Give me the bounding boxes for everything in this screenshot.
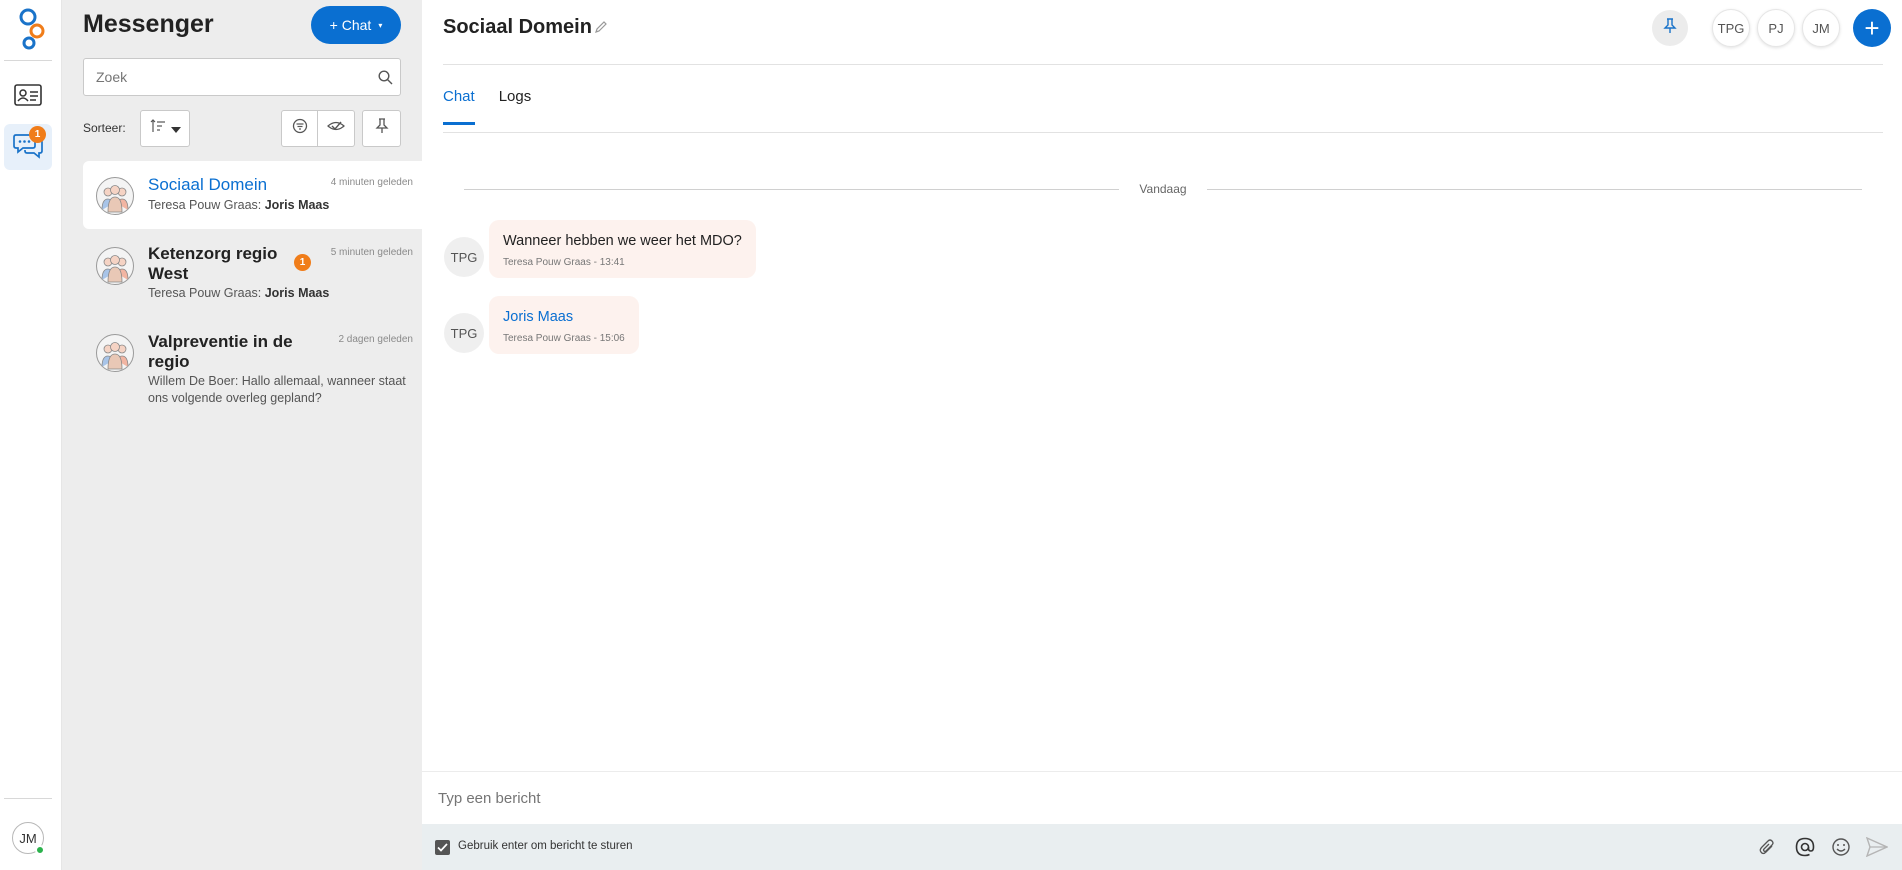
message-avatar[interactable]: TPG [444,237,484,277]
participant-avatar[interactable]: PJ [1757,9,1795,47]
pin-chat-button[interactable] [1652,10,1688,46]
rail-divider [4,798,52,799]
add-participant-button[interactable]: + [1853,9,1891,47]
emoji-icon[interactable] [1829,835,1853,859]
filter-unread-button[interactable] [281,110,318,147]
logo-icon[interactable] [12,6,52,52]
sort-label: Sorteer: [83,121,126,135]
preview-sender: Teresa Pouw Graas: [148,286,265,300]
tab-logs[interactable]: Logs [499,88,532,125]
sort-order-icon [150,119,166,138]
conversation-item[interactable]: Valpreventie in de regio 2 dagen geleden… [83,318,422,410]
chat-main: Sociaal Domein TPG PJ JM + Chat Logs Van… [422,0,1902,870]
app-rail: 1 JM [0,0,62,870]
enter-to-send-label: Gebruik enter om bericht te sturen [458,840,633,852]
pin-icon [374,118,389,139]
paperclip-icon[interactable] [1755,835,1779,859]
conversation-preview: Teresa Pouw Graas: Joris Maas [148,197,329,214]
filter-pinned-button[interactable] [362,110,401,147]
divider [443,64,1883,65]
mention-icon[interactable] [1793,835,1817,859]
conversation-time: 5 minuten geleden [330,247,413,258]
new-chat-label: + Chat [329,17,372,33]
filter-group [281,110,355,147]
pencil-icon[interactable] [594,20,608,39]
search-input[interactable] [84,59,370,95]
group-avatar-icon [96,247,134,285]
contact-card-icon [14,83,42,111]
conversation-name: Valpreventie in de regio [148,332,293,371]
enter-to-send-checkbox[interactable] [435,840,450,855]
rail-item-messenger[interactable]: 1 [4,124,52,170]
unread-badge: 1 [29,126,46,143]
chat-title: Sociaal Domein [443,16,592,38]
message-bubble[interactable]: Joris Maas Teresa Pouw Graas - 15:06 [489,296,639,354]
message-composer [422,771,1902,824]
user-avatar[interactable]: JM [12,822,45,855]
message-input[interactable] [422,772,1902,824]
rail-divider [4,60,52,61]
divider-line [464,188,1120,190]
conversation-preview: Teresa Pouw Graas: Joris Maas [148,285,329,302]
chat-tabs: Chat Logs [443,88,531,125]
preview-sender: Teresa Pouw Graas: [148,198,265,212]
user-initials: JM [19,830,37,846]
conversation-item[interactable]: Sociaal Domein 4 minuten geleden Teresa … [83,161,422,229]
rail-item-contacts[interactable] [4,74,52,120]
new-chat-button[interactable]: + Chat ▾ [311,6,401,44]
send-icon[interactable] [1865,835,1889,859]
preview-text: Joris Maas [264,198,330,212]
message-avatar[interactable]: TPG [444,313,484,353]
online-status-icon [35,845,45,855]
message-mention[interactable]: Joris Maas [503,308,625,326]
message-bubble[interactable]: Wanneer hebben we weer het MDO? Teresa P… [489,220,756,278]
conversation-time: 2 dagen geleden [338,334,413,345]
divider-line [1206,188,1862,190]
preview-text: Joris Maas [264,286,330,300]
message-row: TPG Wanneer hebben we weer het MDO? Tere… [444,220,756,278]
conversation-preview: Willem De Boer: Hallo allemaal, wanneer … [148,374,406,405]
message-meta: Teresa Pouw Graas - 15:06 [503,333,625,344]
message-meta: Teresa Pouw Graas - 13:41 [503,257,625,268]
unread-badge: 1 [294,254,311,271]
group-avatar-icon [96,334,134,372]
chevron-down-icon: ▾ [378,20,383,30]
sort-select[interactable] [140,110,190,147]
conversation-name: Sociaal Domein [148,175,268,194]
caret-down-icon [170,120,181,138]
date-label: Vandaag [1139,182,1187,196]
conversation-name: Ketenzorg regio West [148,244,278,283]
conversation-panel: Messenger + Chat ▾ Sorteer: [62,0,422,870]
participant-avatar[interactable]: TPG [1712,9,1750,47]
conversation-item[interactable]: Ketenzorg regio West 1 5 minuten geleden… [83,230,422,308]
date-divider: Vandaag [464,182,1862,196]
composer-toolbar: Gebruik enter om bericht te sturen [422,824,1902,870]
divider [443,132,1883,133]
message-row: TPG Joris Maas Teresa Pouw Graas - 15:06 [444,296,639,354]
message-text: Wanneer hebben we weer het MDO? [503,233,742,249]
tab-chat[interactable]: Chat [443,88,475,125]
conversation-time: 4 minuten geleden [330,177,413,188]
eye-check-icon [327,118,345,139]
pin-icon [1663,17,1677,39]
participant-avatar[interactable]: JM [1802,9,1840,47]
filter-circle-icon [292,118,308,139]
filter-read-button[interactable] [318,110,355,147]
group-avatar-icon [96,177,134,215]
page-title: Messenger [83,10,214,38]
search-icon[interactable] [370,69,400,85]
search-field [83,58,401,96]
